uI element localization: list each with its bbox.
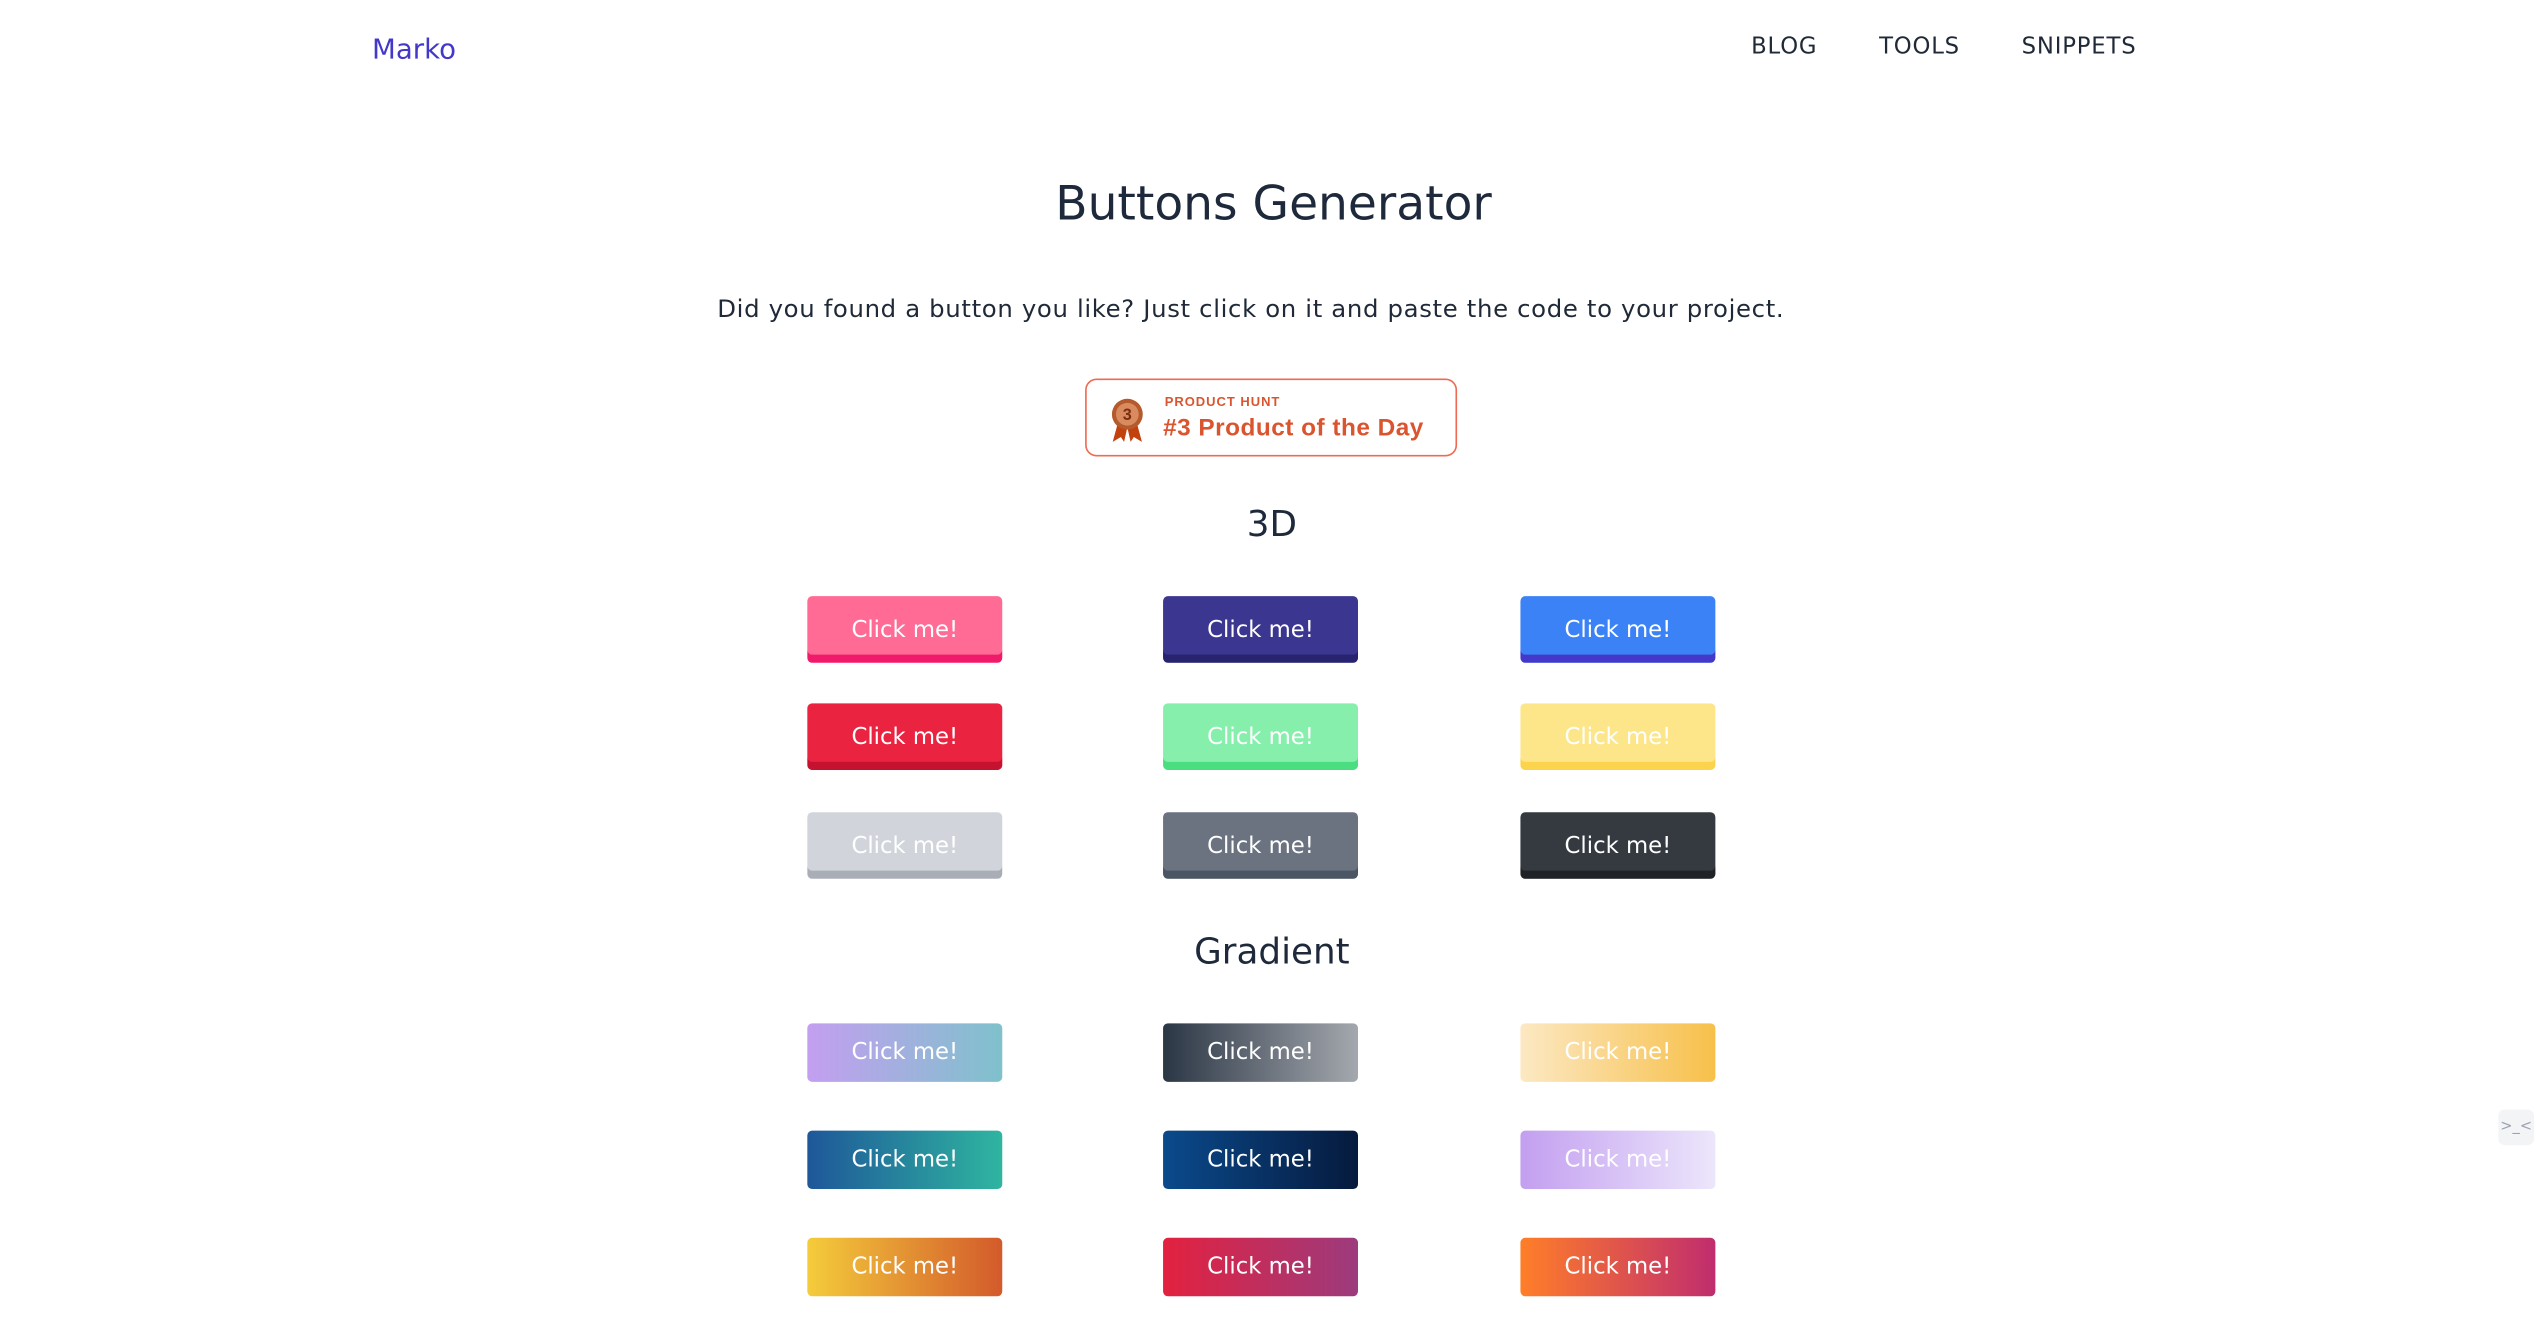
gradient-button-crimson-plum[interactable]: Click me! <box>1163 1237 1358 1297</box>
3d-button-blue[interactable]: Click me! <box>1520 596 1716 663</box>
nav-snippets[interactable]: SNIPPETS <box>1991 34 2168 60</box>
3d-button-red[interactable]: Click me! <box>807 703 1003 770</box>
chat-widget-icon[interactable]: >_< <box>2498 1109 2535 1146</box>
3d-button-pink[interactable]: Click me! <box>807 596 1003 663</box>
product-hunt-rank-text: #3 Product of the Day <box>1163 414 1424 442</box>
gradient-button-lavender-teal[interactable]: Click me! <box>807 1023 1003 1082</box>
gradient-button-navy-teal[interactable]: Click me! <box>807 1130 1003 1190</box>
medal-rank: 3 <box>1123 406 1132 424</box>
page-title: Buttons Generator <box>1055 175 1492 231</box>
section-title-3d: 3D <box>1246 505 1298 546</box>
3d-button-indigo[interactable]: Click me! <box>1163 596 1358 663</box>
3d-button-green[interactable]: Click me! <box>1163 703 1358 770</box>
nav-blog[interactable]: BLOG <box>1722 34 1848 60</box>
3d-button-light-gray[interactable]: Click me! <box>807 812 1003 879</box>
medal-icon: 3 <box>1111 398 1143 442</box>
product-hunt-badge[interactable]: 3 PRODUCT HUNT #3 Product of the Day <box>1085 378 1458 457</box>
main-nav: BLOG TOOLS SNIPPETS <box>1722 34 2167 60</box>
product-hunt-label: PRODUCT HUNT <box>1164 394 1281 410</box>
brand-logo[interactable]: Marko <box>372 34 456 66</box>
nav-tools[interactable]: TOOLS <box>1848 34 1991 60</box>
gradient-button-ocean-deep[interactable]: Click me! <box>1163 1130 1358 1190</box>
page: Marko BLOG TOOLS SNIPPETS Buttons Genera… <box>0 0 2547 1335</box>
3d-button-dark[interactable]: Click me! <box>1520 812 1716 879</box>
gradient-button-sunset[interactable]: Click me! <box>1520 1237 1716 1297</box>
3d-button-gray[interactable]: Click me! <box>1163 812 1358 879</box>
3d-button-yellow[interactable]: Click me! <box>1520 703 1716 770</box>
section-title-gradient: Gradient <box>1194 932 1350 974</box>
gradient-button-cream-amber[interactable]: Click me! <box>1520 1023 1716 1082</box>
gradient-button-slate-silver[interactable]: Click me! <box>1163 1023 1358 1082</box>
gradient-button-gold-rust[interactable]: Click me! <box>807 1237 1003 1297</box>
page-subtitle: Did you found a button you like? Just cl… <box>717 294 1785 324</box>
gradient-button-lilac-mist[interactable]: Click me! <box>1520 1130 1716 1190</box>
